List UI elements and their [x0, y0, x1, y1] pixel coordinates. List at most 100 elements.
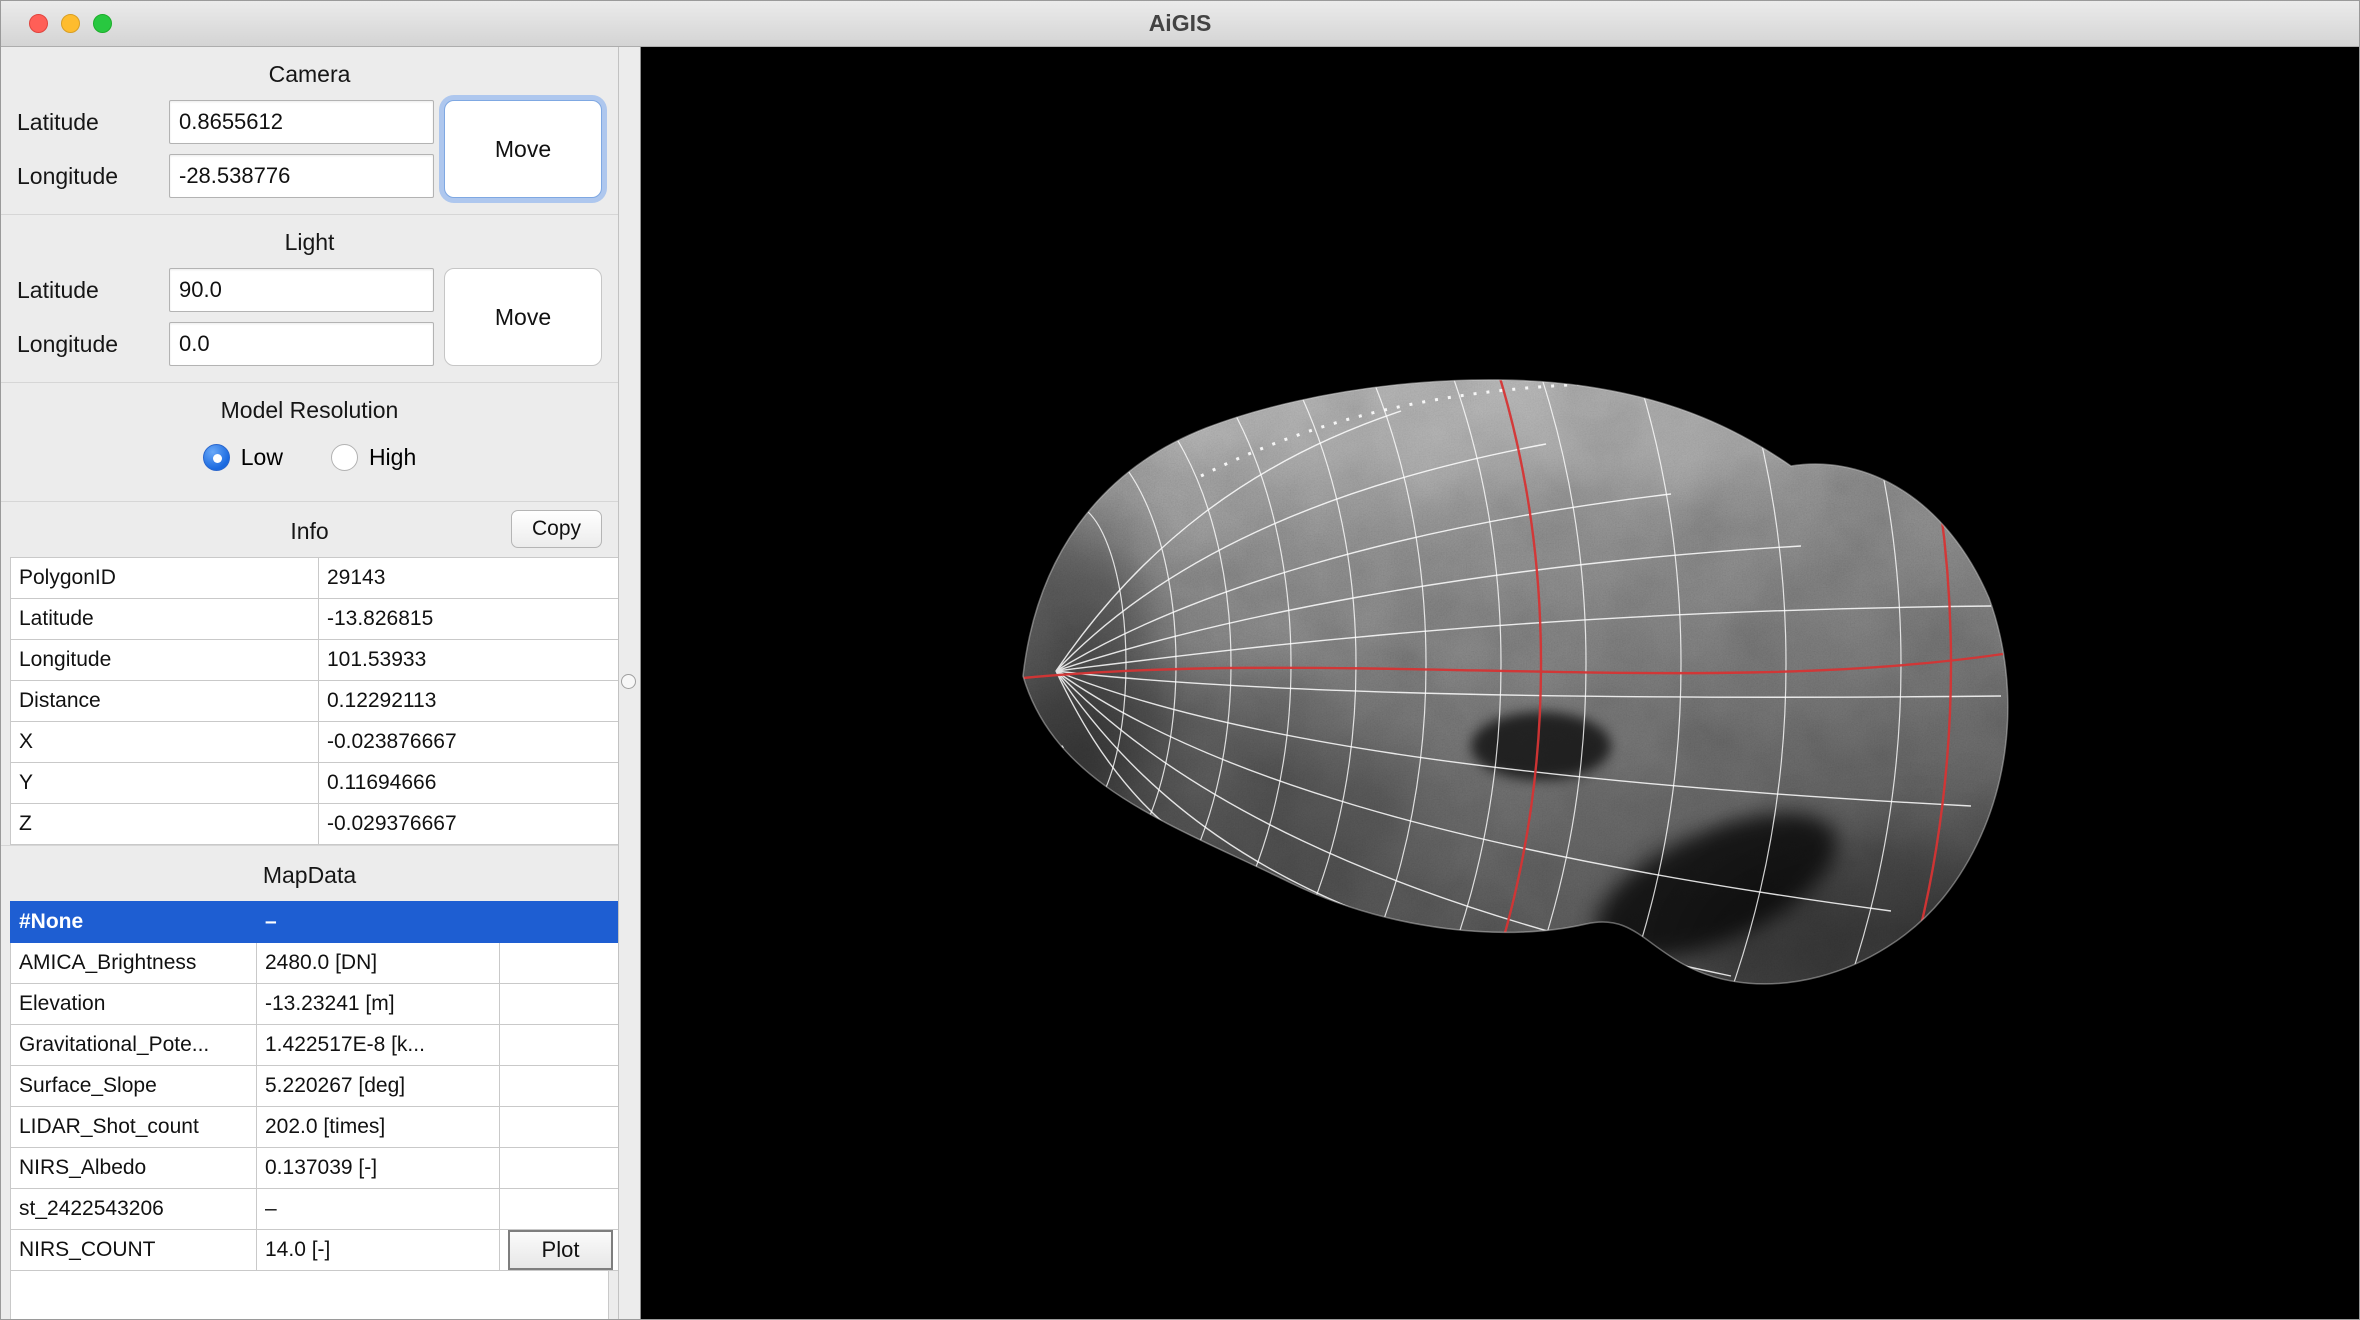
table-row[interactable]: PolygonID 29143 — [11, 558, 620, 599]
info-value-cell: -0.029376667 — [319, 804, 620, 845]
resolution-low-radio[interactable]: Low — [203, 444, 283, 471]
asteroid-render — [641, 47, 2359, 1319]
info-label-cell: Z — [11, 804, 319, 845]
resolution-low-label: Low — [241, 444, 283, 471]
split-divider[interactable] — [619, 47, 641, 1319]
table-row[interactable]: Z -0.029376667 — [11, 804, 620, 845]
traffic-lights — [29, 1, 112, 46]
info-value-cell: 0.11694666 — [319, 763, 620, 804]
info-title: Info — [290, 518, 328, 544]
mapdata-name-cell: #None — [11, 902, 257, 943]
table-row[interactable]: NIRS_COUNT 14.0 [-] Plot — [11, 1230, 620, 1271]
mapdata-action-cell — [500, 1025, 620, 1066]
mapdata-value-cell: 1.422517E-8 [k... — [257, 1025, 500, 1066]
titlebar: AiGIS — [1, 1, 2359, 47]
mapdata-action-cell — [500, 1066, 620, 1107]
table-row[interactable]: st_2422543206 – — [11, 1189, 620, 1230]
table-row[interactable]: #None – — [11, 902, 620, 943]
light-longitude-input[interactable] — [169, 322, 434, 366]
info-value-cell: -0.023876667 — [319, 722, 620, 763]
info-label-cell: Distance — [11, 681, 319, 722]
mapdata-action-cell — [500, 984, 620, 1025]
model-resolution-title: Model Resolution — [7, 389, 612, 436]
mapdata-value-cell: 202.0 [times] — [257, 1107, 500, 1148]
table-row[interactable]: Surface_Slope 5.220267 [deg] — [11, 1066, 620, 1107]
table-row[interactable]: Y 0.11694666 — [11, 763, 620, 804]
model-resolution-section: Model Resolution Low High — [1, 382, 618, 501]
mapdata-action-cell — [500, 943, 620, 984]
info-label-cell: PolygonID — [11, 558, 319, 599]
info-value-cell: 101.53933 — [319, 640, 620, 681]
light-section-title: Light — [7, 221, 612, 268]
mapdata-value-cell: 14.0 [-] — [257, 1230, 500, 1271]
mapdata-name-cell: NIRS_Albedo — [11, 1148, 257, 1189]
table-row[interactable]: Distance 0.12292113 — [11, 681, 620, 722]
info-section: Info Copy PolygonID 29143 Latitude -13.8… — [1, 501, 618, 845]
plot-button[interactable]: Plot — [508, 1230, 613, 1270]
mapdata-name-cell: Elevation — [11, 984, 257, 1025]
resolution-high-radio[interactable]: High — [331, 444, 416, 471]
control-sidebar: Camera Latitude Move Longitude Light Lat… — [1, 47, 619, 1319]
mapdata-empty-area — [10, 1271, 609, 1319]
model-viewport[interactable] — [641, 47, 2359, 1319]
mapdata-name-cell: NIRS_COUNT — [11, 1230, 257, 1271]
light-latitude-label: Latitude — [17, 277, 159, 304]
info-label-cell: Y — [11, 763, 319, 804]
info-label-cell: Longitude — [11, 640, 319, 681]
app-window: AiGIS Camera Latitude Move Longitude Lig… — [0, 0, 2360, 1320]
mapdata-section: MapData #None – AMICA_Brightness 2480.0 … — [1, 845, 618, 1319]
zoom-button[interactable] — [93, 14, 112, 33]
mapdata-value-cell: – — [257, 1189, 500, 1230]
mapdata-action-cell — [500, 902, 620, 943]
mapdata-name-cell: st_2422543206 — [11, 1189, 257, 1230]
light-longitude-label: Longitude — [17, 331, 159, 358]
light-section: Light Latitude Move Longitude — [1, 214, 618, 382]
close-button[interactable] — [29, 14, 48, 33]
camera-latitude-input[interactable] — [169, 100, 434, 144]
info-label-cell: X — [11, 722, 319, 763]
info-value-cell: 29143 — [319, 558, 620, 599]
minimize-button[interactable] — [61, 14, 80, 33]
mapdata-value-cell: 0.137039 [-] — [257, 1148, 500, 1189]
camera-section: Camera Latitude Move Longitude — [1, 47, 618, 214]
copy-button[interactable]: Copy — [511, 510, 602, 548]
mapdata-action-cell — [500, 1107, 620, 1148]
window-title: AiGIS — [1149, 10, 1212, 37]
info-label-cell: Latitude — [11, 599, 319, 640]
light-move-button[interactable]: Move — [444, 268, 602, 366]
camera-move-button[interactable]: Move — [444, 100, 602, 198]
table-row[interactable]: AMICA_Brightness 2480.0 [DN] — [11, 943, 620, 984]
camera-section-title: Camera — [7, 53, 612, 100]
table-row[interactable]: Elevation -13.23241 [m] — [11, 984, 620, 1025]
camera-longitude-input[interactable] — [169, 154, 434, 198]
radio-unselected-icon — [331, 444, 358, 471]
resolution-high-label: High — [369, 444, 416, 471]
camera-latitude-label: Latitude — [17, 109, 159, 136]
light-latitude-input[interactable] — [169, 268, 434, 312]
mapdata-table: #None – AMICA_Brightness 2480.0 [DN] Ele… — [10, 901, 619, 1271]
info-value-cell: 0.12292113 — [319, 681, 620, 722]
mapdata-value-cell: -13.23241 [m] — [257, 984, 500, 1025]
info-value-cell: -13.826815 — [319, 599, 620, 640]
split-divider-handle[interactable] — [621, 674, 636, 689]
table-row[interactable]: NIRS_Albedo 0.137039 [-] — [11, 1148, 620, 1189]
mapdata-value-cell: 2480.0 [DN] — [257, 943, 500, 984]
table-row[interactable]: Latitude -13.826815 — [11, 599, 620, 640]
table-row[interactable]: Gravitational_Pote... 1.422517E-8 [k... — [11, 1025, 620, 1066]
mapdata-value-cell: 5.220267 [deg] — [257, 1066, 500, 1107]
mapdata-title: MapData — [263, 862, 356, 888]
mapdata-name-cell: LIDAR_Shot_count — [11, 1107, 257, 1148]
radio-selected-icon — [203, 444, 230, 471]
mapdata-name-cell: Surface_Slope — [11, 1066, 257, 1107]
table-row[interactable]: Longitude 101.53933 — [11, 640, 620, 681]
mapdata-name-cell: AMICA_Brightness — [11, 943, 257, 984]
mapdata-action-cell — [500, 1148, 620, 1189]
mapdata-action-cell — [500, 1189, 620, 1230]
info-table: PolygonID 29143 Latitude -13.826815 Long… — [10, 557, 619, 845]
table-row[interactable]: X -0.023876667 — [11, 722, 620, 763]
mapdata-value-cell: – — [257, 902, 500, 943]
mapdata-action-cell: Plot — [500, 1230, 620, 1271]
mapdata-name-cell: Gravitational_Pote... — [11, 1025, 257, 1066]
camera-longitude-label: Longitude — [17, 163, 159, 190]
table-row[interactable]: LIDAR_Shot_count 202.0 [times] — [11, 1107, 620, 1148]
